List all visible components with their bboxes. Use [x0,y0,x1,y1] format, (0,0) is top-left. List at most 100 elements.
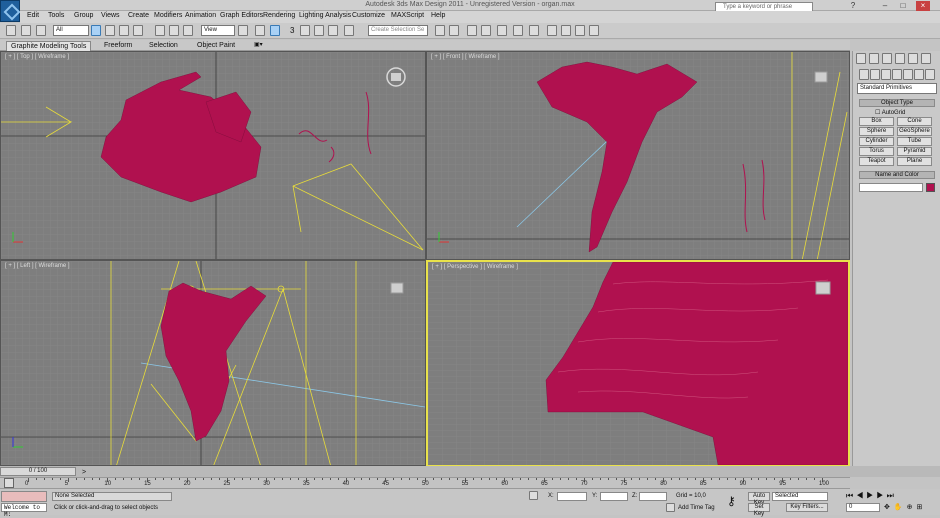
cone-button[interactable]: Cone [897,117,932,126]
box-button[interactable]: Box [859,117,894,126]
z-coordinate-input[interactable] [639,492,667,501]
geometry-icon[interactable] [859,69,869,80]
reference-coordinate-dropdown[interactable]: View [201,25,235,36]
add-time-tag[interactable]: Add Time Tag [678,505,715,511]
menu-rendering[interactable]: Rendering [263,12,295,19]
select-and-rotate-icon[interactable] [169,25,179,36]
motion-tab-icon[interactable] [895,53,905,64]
key-filters-button[interactable]: Key Filters... [786,503,828,512]
viewport-left-label[interactable]: [ + ] [ Left ] [ Wireframe ] [5,263,70,269]
cameras-icon[interactable] [892,69,902,80]
object-type-rollout[interactable]: Object Type [859,99,935,107]
viewport-perspective[interactable]: [ + ] [ Perspective ] [ Wireframe ] [426,260,850,467]
tab-selection[interactable]: Selection [145,41,182,51]
menu-maxscript[interactable]: MAXScript [391,12,424,19]
sphere-button[interactable]: Sphere [859,127,894,136]
application-button[interactable] [0,0,20,22]
named-selection-set-input[interactable]: Create Selection Se [368,25,428,36]
menu-views[interactable]: Views [101,12,120,19]
edit-named-selection-icon[interactable] [344,25,354,36]
create-tab-icon[interactable] [856,53,866,64]
set-key-button[interactable]: Set Key [748,503,770,517]
render-teapot-icon[interactable] [589,25,599,36]
hierarchy-tab-icon[interactable] [882,53,892,64]
selection-filter-dropdown[interactable]: All [53,25,89,36]
viewport-front-label[interactable]: [ + ] [ Front ] [ Wireframe ] [431,54,500,60]
teapot-button[interactable]: Teapot [859,157,894,166]
menu-help[interactable]: Help [431,12,445,19]
menu-create[interactable]: Create [128,12,149,19]
object-color-swatch[interactable] [926,183,935,192]
graphite-toggle-icon[interactable] [481,25,491,36]
helpers-icon[interactable] [903,69,913,80]
modify-tab-icon[interactable] [869,53,879,64]
close-button[interactable]: × [916,1,930,11]
select-and-move-icon[interactable] [155,25,165,36]
select-and-manipulate-icon[interactable] [255,25,265,36]
autogrid-checkbox[interactable]: ☐ AutoGrid [875,109,905,116]
maxscript-listener-pink[interactable] [1,491,47,502]
menu-edit[interactable]: Edit [27,12,39,19]
geosphere-button[interactable]: GeoSphere [897,127,932,136]
time-slider[interactable]: 0 / 100 [0,467,76,476]
minimize-button[interactable]: – [878,1,892,11]
ribbon-minimize-icon[interactable]: ▣▾ [250,41,267,51]
select-and-link-icon[interactable] [21,25,31,36]
maximize-button[interactable]: □ [896,1,910,11]
key-mode-dropdown[interactable]: Selected [772,492,828,501]
maxscript-mini-listener[interactable]: Welcome to M: [1,503,47,518]
x-coordinate-input[interactable] [557,492,587,501]
playback-controls[interactable]: ⏮◀▶▶⏭ [846,491,938,501]
bind-to-space-warp-icon[interactable] [36,25,46,36]
tab-object-paint[interactable]: Object Paint [193,41,239,51]
mirror-icon[interactable] [435,25,445,36]
viewport-front[interactable]: [ + ] [ Front ] [ Wireframe ] [426,51,850,260]
rendered-frame-icon[interactable] [561,25,571,36]
tab-freeform[interactable]: Freeform [100,41,136,51]
schematic-view-icon[interactable] [513,25,523,36]
key-icon[interactable]: ⚷ [727,494,736,508]
time-slider-track[interactable] [0,466,940,477]
menu-lighting-analysis[interactable]: Lighting Analysis [299,12,351,19]
object-name-input[interactable] [859,183,923,192]
tab-graphite-modeling-tools[interactable]: Graphite Modeling Tools [6,41,92,51]
window-crossing-icon[interactable] [133,25,143,36]
curve-editor-icon[interactable] [497,25,507,36]
spinner-snap-icon[interactable] [328,25,338,36]
category-dropdown[interactable]: Standard Primitives [857,83,937,94]
menu-group[interactable]: Group [74,12,93,19]
space-warps-icon[interactable] [914,69,924,80]
y-coordinate-input[interactable] [600,492,628,501]
menu-graph-editors[interactable]: Graph Editors [220,12,263,19]
name-and-color-rollout[interactable]: Name and Color [859,171,935,179]
angle-snap-icon[interactable] [300,25,310,36]
percent-snap-icon[interactable] [314,25,324,36]
current-frame-input[interactable]: 0 [846,503,880,512]
viewport-navigation-controls[interactable]: ✥✋⊕⊞ [884,503,940,513]
utilities-tab-icon[interactable] [921,53,931,64]
menu-animation[interactable]: Animation [185,12,216,19]
select-by-name-icon[interactable] [105,25,115,36]
tube-button[interactable]: Tube [897,137,932,146]
menu-modifiers[interactable]: Modifiers [154,12,182,19]
lock-selection-icon[interactable] [529,491,538,500]
plane-button[interactable]: Plane [897,157,932,166]
align-icon[interactable] [449,25,459,36]
render-setup-icon[interactable] [547,25,557,36]
render-production-icon[interactable] [575,25,585,36]
menu-customize[interactable]: Customize [352,12,385,19]
cylinder-button[interactable]: Cylinder [859,137,894,146]
keyboard-shortcut-override-icon[interactable] [270,25,280,36]
rectangular-selection-icon[interactable] [119,25,129,36]
viewport-perspective-label[interactable]: [ + ] [ Perspective ] [ Wireframe ] [432,264,518,270]
viewport-left[interactable]: [ + ] [ Left ] [ Wireframe ] [0,260,426,466]
auto-key-button[interactable]: Auto Key [748,492,770,506]
systems-icon[interactable] [925,69,935,80]
time-tag-icon[interactable] [666,503,675,512]
pivot-point-icon[interactable] [238,25,248,36]
undo-icon[interactable] [6,25,16,36]
lights-icon[interactable] [881,69,891,80]
viewport-top-label[interactable]: [ + ] [ Top ] [ Wireframe ] [5,54,69,60]
layer-manager-icon[interactable] [467,25,477,36]
select-object-icon[interactable] [91,25,101,36]
